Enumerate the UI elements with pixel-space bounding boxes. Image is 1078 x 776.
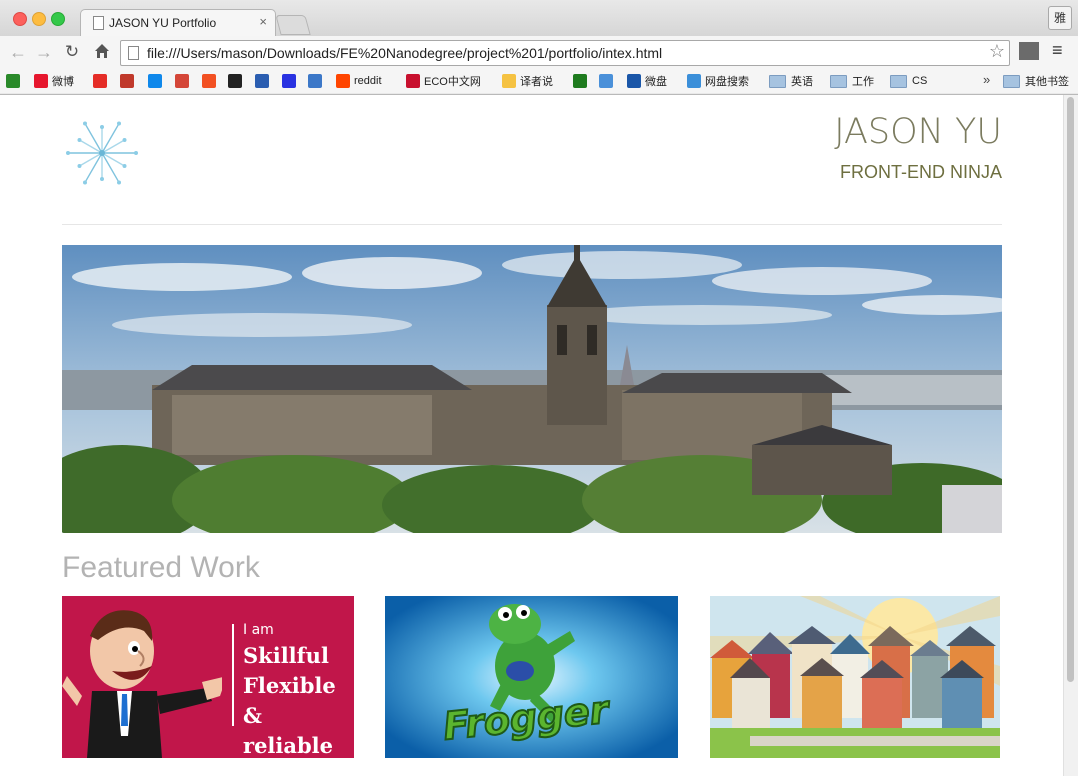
reddit-icon: [336, 74, 350, 88]
bookmark-item[interactable]: [599, 72, 617, 90]
gc-icon: [599, 74, 613, 88]
window-close-button[interactable]: [13, 12, 27, 26]
folder-icon: [1003, 74, 1020, 88]
back-arrow-icon[interactable]: ←: [8, 42, 28, 62]
bookmark-item[interactable]: [308, 72, 326, 90]
businessman-illustration: [62, 610, 222, 758]
new-tab-button[interactable]: [275, 15, 311, 35]
reload-icon[interactable]: ↻: [62, 42, 82, 62]
bookmark-item[interactable]: [202, 72, 220, 90]
window-minimize-button[interactable]: [32, 12, 46, 26]
paw-icon: [282, 74, 296, 88]
windows-icon: [202, 74, 216, 88]
navigation-toolbar: ← → ↻ file:///Users/mason/Downloads/FE%2…: [0, 36, 1078, 68]
window-maximize-button[interactable]: [51, 12, 65, 26]
card-line-flexible: Flexible: [243, 673, 336, 698]
youtube-icon: [93, 74, 107, 88]
bookmark-item[interactable]: [148, 72, 166, 90]
card-tagline: I am Skillful Flexible & reliable: [243, 622, 354, 758]
more-bookmarks-icon[interactable]: »: [983, 72, 990, 87]
bookmark-item[interactable]: [175, 72, 193, 90]
folder-icon: [830, 74, 847, 88]
url-text[interactable]: file:///Users/mason/Downloads/FE%20Nanod…: [147, 45, 662, 61]
tab-close-icon[interactable]: ×: [259, 14, 267, 29]
bookmark-item[interactable]: [228, 72, 246, 90]
vdisk-icon: [627, 74, 641, 88]
header-divider: [62, 224, 1002, 225]
vertical-scrollbar[interactable]: [1063, 95, 1078, 776]
bookmark-label: 译者说: [520, 76, 553, 88]
bookmark-star-icon[interactable]: ☆: [989, 41, 1005, 62]
bookmark-item[interactable]: [255, 72, 273, 90]
bookmark-label: 其他书签: [1025, 76, 1069, 88]
folder-icon: [769, 74, 786, 88]
profile-button[interactable]: 雅: [1048, 6, 1072, 30]
bookmarks-bar: » 其他书签 微博 reddit ECO中文网 译者说 微盘 网盘搜索 英语 工作 CS: [0, 68, 1078, 93]
other-bookmarks[interactable]: 其他书签: [1003, 72, 1069, 90]
houses-illustration: [710, 596, 1000, 758]
forward-arrow-icon[interactable]: →: [34, 42, 54, 62]
document-icon: [93, 16, 104, 30]
bookmark-item[interactable]: [282, 72, 300, 90]
browser-chrome: JASON YU Portfolio × 雅 ← → ↻ file:///Use…: [0, 0, 1078, 95]
bookmark-label: 英语: [791, 76, 813, 88]
bookmark-item[interactable]: 微博: [34, 72, 74, 90]
card-divider: [232, 624, 234, 726]
bookmark-label: ECO中文网: [424, 76, 481, 88]
bookmark-item[interactable]: 微盘: [627, 72, 667, 90]
site-tagline: FRONT-END NINJA: [840, 162, 1002, 182]
bookmark-item[interactable]: ECO中文网: [406, 72, 481, 90]
bookmark-item[interactable]: [6, 72, 24, 90]
zhihu-icon: [148, 74, 162, 88]
home-icon[interactable]: [92, 42, 112, 62]
extension-icon[interactable]: [1019, 42, 1039, 60]
bookmark-label: 微博: [52, 76, 74, 88]
hero-image: [62, 245, 1002, 533]
green-square-icon: [6, 74, 20, 88]
folder-icon: [890, 74, 907, 88]
bookmark-item[interactable]: 英语: [769, 72, 813, 90]
nytimes-icon: [228, 74, 242, 88]
project-card-frogger[interactable]: Frogger: [385, 596, 678, 758]
bookmark-item[interactable]: [573, 72, 591, 90]
q-icon: [120, 74, 134, 88]
translator-icon: [502, 74, 516, 88]
site-name: JASON YU: [834, 112, 1002, 152]
w-icon: [573, 74, 587, 88]
bookmark-item[interactable]: [120, 72, 138, 90]
bookmark-item[interactable]: 工作: [830, 72, 874, 90]
card-line-skillful: Skillful: [243, 643, 329, 668]
project-card-neighborhood[interactable]: [710, 596, 1000, 758]
bookmark-label: 工作: [852, 76, 874, 88]
tab-title: JASON YU Portfolio: [109, 16, 217, 30]
project-card-skillful[interactable]: I am Skillful Flexible & reliable: [62, 596, 354, 758]
weibo-icon: [34, 74, 48, 88]
bookmark-label: 微盘: [645, 76, 667, 88]
cd-icon: [308, 74, 322, 88]
title-bar: JASON YU Portfolio × 雅: [0, 0, 1078, 37]
bookmark-label: reddit: [354, 75, 382, 87]
snowflake-logo-icon: [62, 115, 142, 191]
bookmark-item[interactable]: 网盘搜索: [687, 72, 749, 90]
card-line-i-am: I am: [243, 622, 274, 638]
bookmark-label: 网盘搜索: [705, 76, 749, 88]
bookmark-item[interactable]: 译者说: [502, 72, 553, 90]
bookmark-item[interactable]: reddit: [336, 72, 382, 90]
menu-icon[interactable]: ≡: [1052, 40, 1063, 61]
eco-icon: [406, 74, 420, 88]
card-line-reliable: & reliable: [243, 703, 334, 758]
address-bar[interactable]: file:///Users/mason/Downloads/FE%20Nanod…: [120, 40, 1010, 66]
featured-work-heading: Featured Work: [62, 551, 260, 584]
bookmark-item[interactable]: [93, 72, 111, 90]
bookmark-label: CS: [912, 75, 928, 87]
page-icon: [128, 46, 139, 60]
bookmark-item[interactable]: CS: [890, 72, 927, 90]
gmail-icon: [175, 74, 189, 88]
cloud-search-icon: [687, 74, 701, 88]
scrollbar-thumb[interactable]: [1067, 97, 1074, 682]
lock-icon: [255, 74, 269, 88]
browser-tab[interactable]: JASON YU Portfolio ×: [80, 9, 276, 37]
